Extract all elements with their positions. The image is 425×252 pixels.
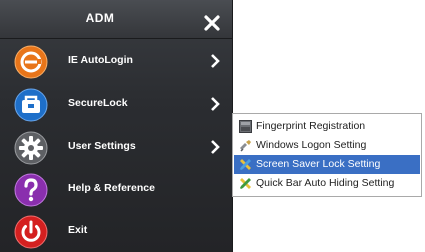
menu-item-label: SecureLock (68, 97, 128, 109)
close-icon[interactable] (200, 11, 224, 35)
menu-item-label: Exit (68, 224, 88, 236)
chevron-right-icon (211, 97, 220, 111)
tools-icon (240, 178, 251, 189)
submenu-item-windows-logon-setting[interactable]: Windows Logon Setting (234, 136, 420, 155)
submenu-item-label: Screen Saver Lock Setting (256, 158, 381, 170)
chevron-right-icon (211, 54, 220, 68)
submenu-item-label: Fingerprint Registration (256, 120, 366, 132)
tools-icon (240, 159, 251, 170)
fingerprint-icon (239, 120, 252, 133)
submenu-item-label: Windows Logon Setting (256, 139, 367, 151)
power-icon (14, 215, 48, 249)
menu-item-label: IE AutoLogin (68, 54, 133, 66)
gear-icon (14, 131, 48, 165)
user-settings-submenu: Fingerprint Registration Windows Logon S… (232, 113, 422, 197)
menu-header: ADM (0, 0, 232, 39)
submenu-item-label: Quick Bar Auto Hiding Setting (256, 177, 395, 189)
menu-item-user-settings[interactable]: User Settings (0, 127, 232, 168)
submenu-item-quick-bar-auto-hiding-setting[interactable]: Quick Bar Auto Hiding Setting (234, 174, 420, 193)
question-icon (14, 173, 48, 207)
menu-item-label: User Settings (68, 140, 136, 152)
ie-autologin-icon (14, 45, 48, 79)
menu-item-label: Help & Reference (68, 182, 155, 194)
securelock-icon (14, 88, 48, 122)
windows-logon-icon (240, 140, 251, 152)
menu-item-help-reference[interactable]: Help & Reference (0, 169, 232, 210)
menu-item-ie-autologin[interactable]: IE AutoLogin (0, 41, 232, 82)
menu-title: ADM (85, 11, 115, 25)
submenu-item-fingerprint-registration[interactable]: Fingerprint Registration (234, 117, 420, 136)
submenu-item-screen-saver-lock-setting[interactable]: Screen Saver Lock Setting (234, 155, 420, 174)
menu-item-exit[interactable]: Exit (0, 211, 232, 252)
chevron-right-icon (211, 140, 220, 154)
menu-item-securelock[interactable]: SecureLock (0, 84, 232, 125)
adm-menu-panel: ADM IE AutoLogin SecureLock User Setting… (0, 0, 232, 252)
